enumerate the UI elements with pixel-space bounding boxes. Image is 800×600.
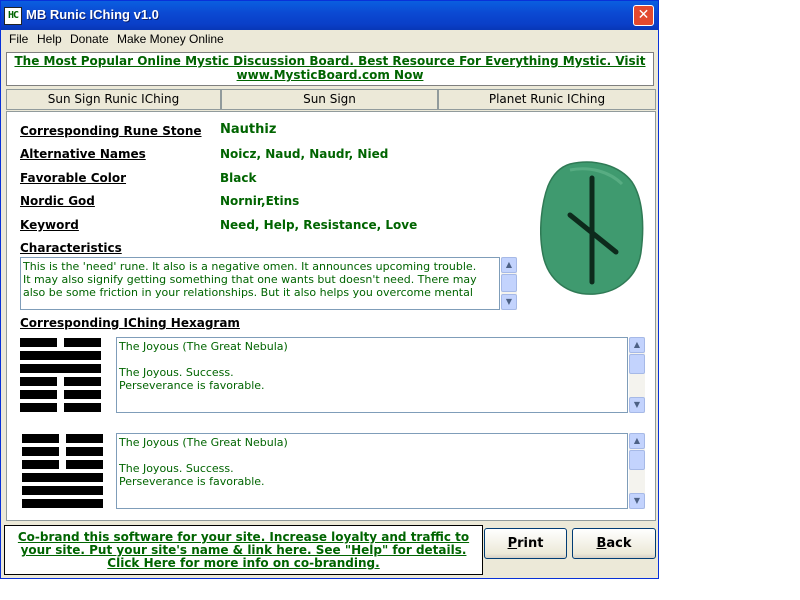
favorable-color-label: Favorable Color [20,171,127,185]
print-label: rint [517,536,544,551]
rune-stone-value: Nauthiz [220,122,277,137]
rune-stone-image [540,161,644,295]
hexagram-1-line-2 [119,353,625,366]
hexagram-1-line-1: The Joyous (The Great Nebula) [119,340,288,353]
characteristics-textarea[interactable]: This is the 'need' rune. It also is a ne… [20,257,500,310]
characteristics-line-3: also be some friction in your relationsh… [23,286,473,299]
print-button[interactable]: Print [484,528,567,559]
menu-file[interactable]: File [9,32,28,46]
characteristics-line-2: It may also signify getting something th… [23,273,477,286]
characteristics-line-1: This is the 'need' rune. It also is a ne… [23,260,477,273]
menu-make-money-online[interactable]: Make Money Online [117,32,224,46]
tab-label: Planet Runic IChing [488,92,606,106]
hexagram-1-icon [20,338,102,412]
scroll-down-icon[interactable]: ▼ [501,294,517,310]
menu-donate[interactable]: Donate [70,32,109,46]
title-bar[interactable]: HC MB Runic IChing v1.0 ✕ [1,1,658,30]
tab-sun-sign-runic-iching[interactable]: Sun Sign Runic IChing [6,89,221,110]
hexagram-2-line-3: The Joyous. Success. [119,462,234,475]
back-button[interactable]: Back [572,528,656,559]
app-window: HC MB Runic IChing v1.0 ✕ File Help Dona… [0,0,659,579]
scroll-thumb[interactable] [501,274,517,292]
scroll-down-icon[interactable]: ▼ [629,397,645,413]
hexagram-2-line-4: Perseverance is favorable. [119,475,265,488]
back-label: ack [606,536,632,551]
alt-names-value: Noicz, Naud, Naudr, Nied [220,147,389,161]
scroll-up-icon[interactable]: ▲ [629,337,645,353]
hexagram-2-scrollbar[interactable]: ▲ ▼ [629,433,645,509]
tab-panel: Corresponding Rune Stone Nauthiz Alterna… [6,111,656,521]
scroll-thumb[interactable] [629,450,645,470]
back-accel: B [596,536,607,551]
menu-help[interactable]: Help [37,32,62,46]
cobrand-line-3: Click Here for more info on co-branding. [107,556,380,570]
banner-line-2: www.MysticBoard.com Now [236,68,424,82]
print-accel: P [507,536,518,551]
rune-stone-label: Corresponding Rune Stone [20,124,202,138]
hexagram-2-textarea[interactable]: The Joyous (The Great Nebula) The Joyous… [116,433,628,509]
keyword-value: Need, Help, Resistance, Love [220,218,418,232]
tab-planet-runic-iching[interactable]: Planet Runic IChing [438,89,656,110]
close-button[interactable]: ✕ [633,5,654,26]
hexagram-2-line-2 [119,449,625,462]
window-title: MB Runic IChing v1.0 [26,7,159,22]
hexagram-label: Corresponding IChing Hexagram [20,316,240,330]
hexagram-1-textarea[interactable]: The Joyous (The Great Nebula) The Joyous… [116,337,628,413]
banner-link[interactable]: The Most Popular Online Mystic Discussio… [6,52,654,86]
favorable-color-value: Black [220,171,257,185]
scroll-up-icon[interactable]: ▲ [629,433,645,449]
hexagram-1-line-3: The Joyous. Success. [119,366,234,379]
cobrand-link[interactable]: Co-brand this software for your site. In… [4,525,483,575]
hexagram-2-line-1: The Joyous (The Great Nebula) [119,436,288,449]
scroll-up-icon[interactable]: ▲ [501,257,517,273]
banner-line-1: The Most Popular Online Mystic Discussio… [14,54,646,68]
nordic-god-value: Nornir,Etins [220,194,300,208]
app-icon: HC [4,7,22,25]
keyword-label: Keyword [20,218,79,232]
tab-label: Sun Sign Runic IChing [47,92,180,106]
tab-sun-sign[interactable]: Sun Sign [221,89,438,110]
scroll-thumb[interactable] [629,354,645,374]
characteristics-label: Characteristics [20,241,122,255]
menu-bar: File Help Donate Make Money Online [1,30,658,50]
hexagram-2-icon [22,434,104,508]
tab-label: Sun Sign [303,92,356,106]
nordic-god-label: Nordic God [20,194,95,208]
scroll-down-icon[interactable]: ▼ [629,493,645,509]
hexagram-1-line-4: Perseverance is favorable. [119,379,265,392]
characteristics-scrollbar[interactable]: ▲ ▼ [501,257,517,310]
hexagram-1-scrollbar[interactable]: ▲ ▼ [629,337,645,413]
alt-names-label: Alternative Names [20,147,146,161]
